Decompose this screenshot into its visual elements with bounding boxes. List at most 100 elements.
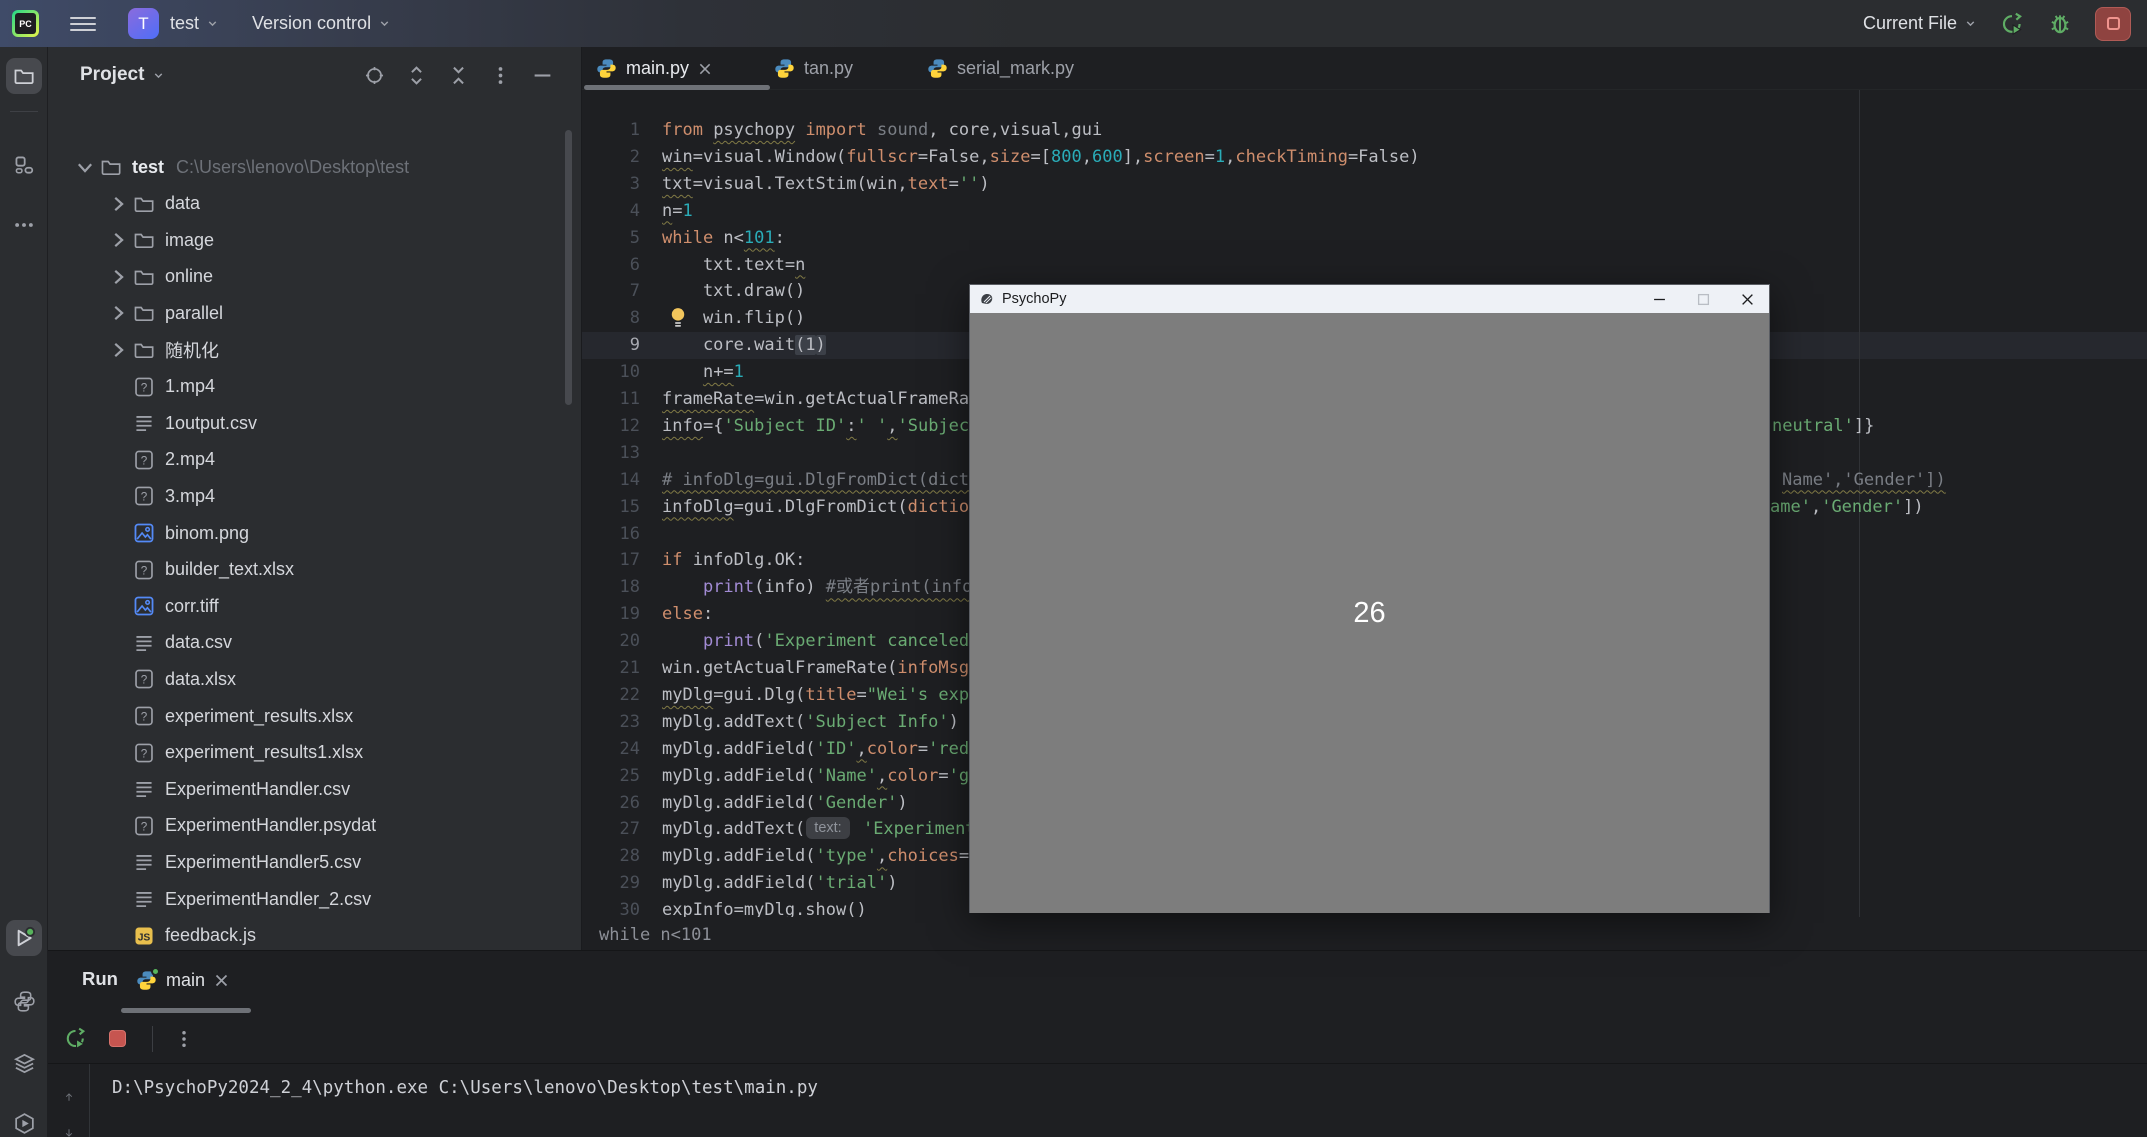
layers-icon	[13, 1052, 36, 1075]
avatar[interactable]: T	[128, 8, 159, 39]
psychopy-window[interactable]: PsychoPy 26	[969, 284, 1770, 913]
title-bar: PC T test Version control Current File	[0, 0, 2147, 47]
tree-indent	[107, 559, 129, 581]
pycharm-window: PC T test Version control Current File	[0, 0, 2147, 1137]
folder-icon	[100, 156, 122, 178]
locate-file-button[interactable]	[363, 64, 385, 86]
tree-item-随机化[interactable]: 随机化	[107, 332, 219, 369]
maximize-button[interactable]	[1681, 285, 1725, 313]
tree-item-1.mp4[interactable]: ?1.mp4	[107, 368, 215, 405]
tree-item-experiment_results.xlsx[interactable]: ?experiment_results.xlsx	[107, 698, 353, 735]
close-tab-icon[interactable]	[214, 973, 229, 988]
expand-all-button[interactable]	[405, 64, 427, 86]
svg-text:?: ?	[141, 820, 148, 833]
svg-text:?: ?	[141, 747, 148, 760]
tree-item-data[interactable]: data	[107, 185, 200, 222]
tree-item-ExperimentHandler.psydat[interactable]: ?ExperimentHandler.psydat	[107, 807, 376, 844]
tree-item-ExperimentHandler.csv[interactable]: ExperimentHandler.csv	[107, 771, 350, 808]
code-line-26: myDlg.addField('Gender')	[662, 790, 908, 817]
code-line-7: txt.draw()	[662, 278, 805, 305]
tree-item-online[interactable]: online	[107, 258, 213, 295]
tree-item-parallel[interactable]: parallel	[107, 295, 223, 332]
tree-item-binom.png[interactable]: binom.png	[107, 515, 249, 552]
project-scrollbar[interactable]	[565, 130, 572, 405]
tree-item-2.mp4[interactable]: ?2.mp4	[107, 441, 215, 478]
tree-item-label: image	[165, 230, 214, 251]
line-number: 20	[582, 628, 640, 655]
tool-problems-button[interactable]	[6, 1105, 42, 1137]
tree-item-data.xlsx[interactable]: ?data.xlsx	[107, 661, 236, 698]
run-tab-main[interactable]: main	[136, 961, 229, 999]
editor-tab-serial_mark.py[interactable]: serial_mark.py	[927, 47, 1074, 90]
stop-icon	[109, 1030, 126, 1047]
tree-item-experiment_results1.xlsx[interactable]: ?experiment_results1.xlsx	[107, 734, 363, 771]
chevron-down-icon[interactable]	[74, 156, 96, 178]
tool-run-button[interactable]	[6, 920, 42, 956]
structure-icon	[13, 154, 35, 176]
tool-structure-button[interactable]	[6, 147, 42, 183]
code-line-19: else:	[662, 601, 713, 628]
panel-options-button[interactable]	[489, 64, 511, 86]
rerun-button[interactable]	[1999, 11, 2025, 37]
version-control-menu[interactable]: Version control	[252, 0, 391, 47]
code-line-4: n=1	[662, 198, 693, 225]
minimize-button[interactable]	[1637, 285, 1681, 313]
tree-item-ExperimentHandler5.csv[interactable]: ExperimentHandler5.csv	[107, 844, 361, 881]
run-configuration-selector[interactable]: Current File	[1863, 0, 1977, 47]
line-number: 11	[582, 386, 640, 413]
stop-button[interactable]	[2095, 7, 2131, 41]
scroll-down-icon[interactable]	[59, 1128, 79, 1137]
code-line-17: if infoDlg.OK:	[662, 547, 805, 574]
tree-item-ExperimentHandler_2.csv[interactable]: ExperimentHandler_2.csv	[107, 881, 371, 918]
tree-item-label: data.csv	[165, 632, 232, 653]
tree-indent	[107, 742, 129, 764]
folder-icon	[133, 229, 155, 251]
editor-tab-tan.py[interactable]: tan.py	[774, 47, 853, 90]
scroll-up-icon[interactable]	[59, 1092, 79, 1102]
tree-item-1output.csv[interactable]: 1output.csv	[107, 405, 257, 442]
line-number: 16	[582, 521, 640, 548]
psychopy-titlebar[interactable]: PsychoPy	[970, 285, 1769, 313]
code-line-3: txt=visual.TextStim(win,text='')	[662, 171, 990, 198]
tree-indent	[107, 815, 129, 837]
tree-item-feedback.js[interactable]: JSfeedback.js	[107, 917, 256, 950]
close-button[interactable]	[1725, 285, 1769, 313]
chevron-right-icon[interactable]	[107, 229, 129, 251]
more-tools-button[interactable]	[6, 207, 42, 243]
tree-item-builder_text.xlsx[interactable]: ?builder_text.xlsx	[107, 551, 294, 588]
tool-services-button[interactable]	[6, 1045, 42, 1081]
svg-text:?: ?	[141, 381, 148, 394]
python-file-icon	[774, 58, 795, 79]
tool-project-button[interactable]	[6, 58, 42, 94]
stimulus-text: 26	[1353, 597, 1385, 630]
rerun-console-button[interactable]	[62, 1026, 88, 1052]
close-tab-icon[interactable]	[698, 62, 712, 76]
hide-panel-button[interactable]	[531, 64, 553, 86]
tool-python-console-button[interactable]	[6, 983, 42, 1019]
project-switcher[interactable]: test	[170, 0, 219, 47]
line-number: 29	[582, 870, 640, 897]
tree-item-label: ExperimentHandler5.csv	[165, 852, 361, 873]
chevron-right-icon[interactable]	[107, 339, 129, 361]
tree-item-test[interactable]: testC:\Users\lenovo\Desktop\test	[74, 149, 409, 186]
editor-tab-main.py[interactable]: main.py	[596, 47, 712, 90]
tree-item-corr.tiff[interactable]: corr.tiff	[107, 588, 219, 625]
console-options-button[interactable]	[171, 1026, 197, 1052]
code-line-1: from psychopy import sound, core,visual,…	[662, 117, 1102, 144]
tree-indent	[107, 485, 129, 507]
chevron-right-icon[interactable]	[107, 266, 129, 288]
collapse-all-button[interactable]	[447, 64, 469, 86]
main-menu-icon[interactable]	[70, 13, 96, 33]
stop-console-button[interactable]	[104, 1026, 130, 1052]
run-console[interactable]: D:\PsychoPy2024_2_4\python.exe C:\Users\…	[48, 1063, 2147, 1137]
project-view-selector[interactable]: Project	[80, 64, 165, 86]
chevron-right-icon[interactable]	[107, 302, 129, 324]
tree-item-3.mp4[interactable]: ?3.mp4	[107, 478, 215, 515]
tree-item-data.csv[interactable]: data.csv	[107, 624, 232, 661]
chevron-right-icon[interactable]	[107, 193, 129, 215]
tree-item-image[interactable]: image	[107, 222, 214, 259]
debug-button[interactable]	[2047, 11, 2073, 37]
tree-item-label: data.xlsx	[165, 669, 236, 690]
bug-icon	[2047, 11, 2073, 37]
intention-bulb-icon[interactable]	[668, 306, 690, 330]
